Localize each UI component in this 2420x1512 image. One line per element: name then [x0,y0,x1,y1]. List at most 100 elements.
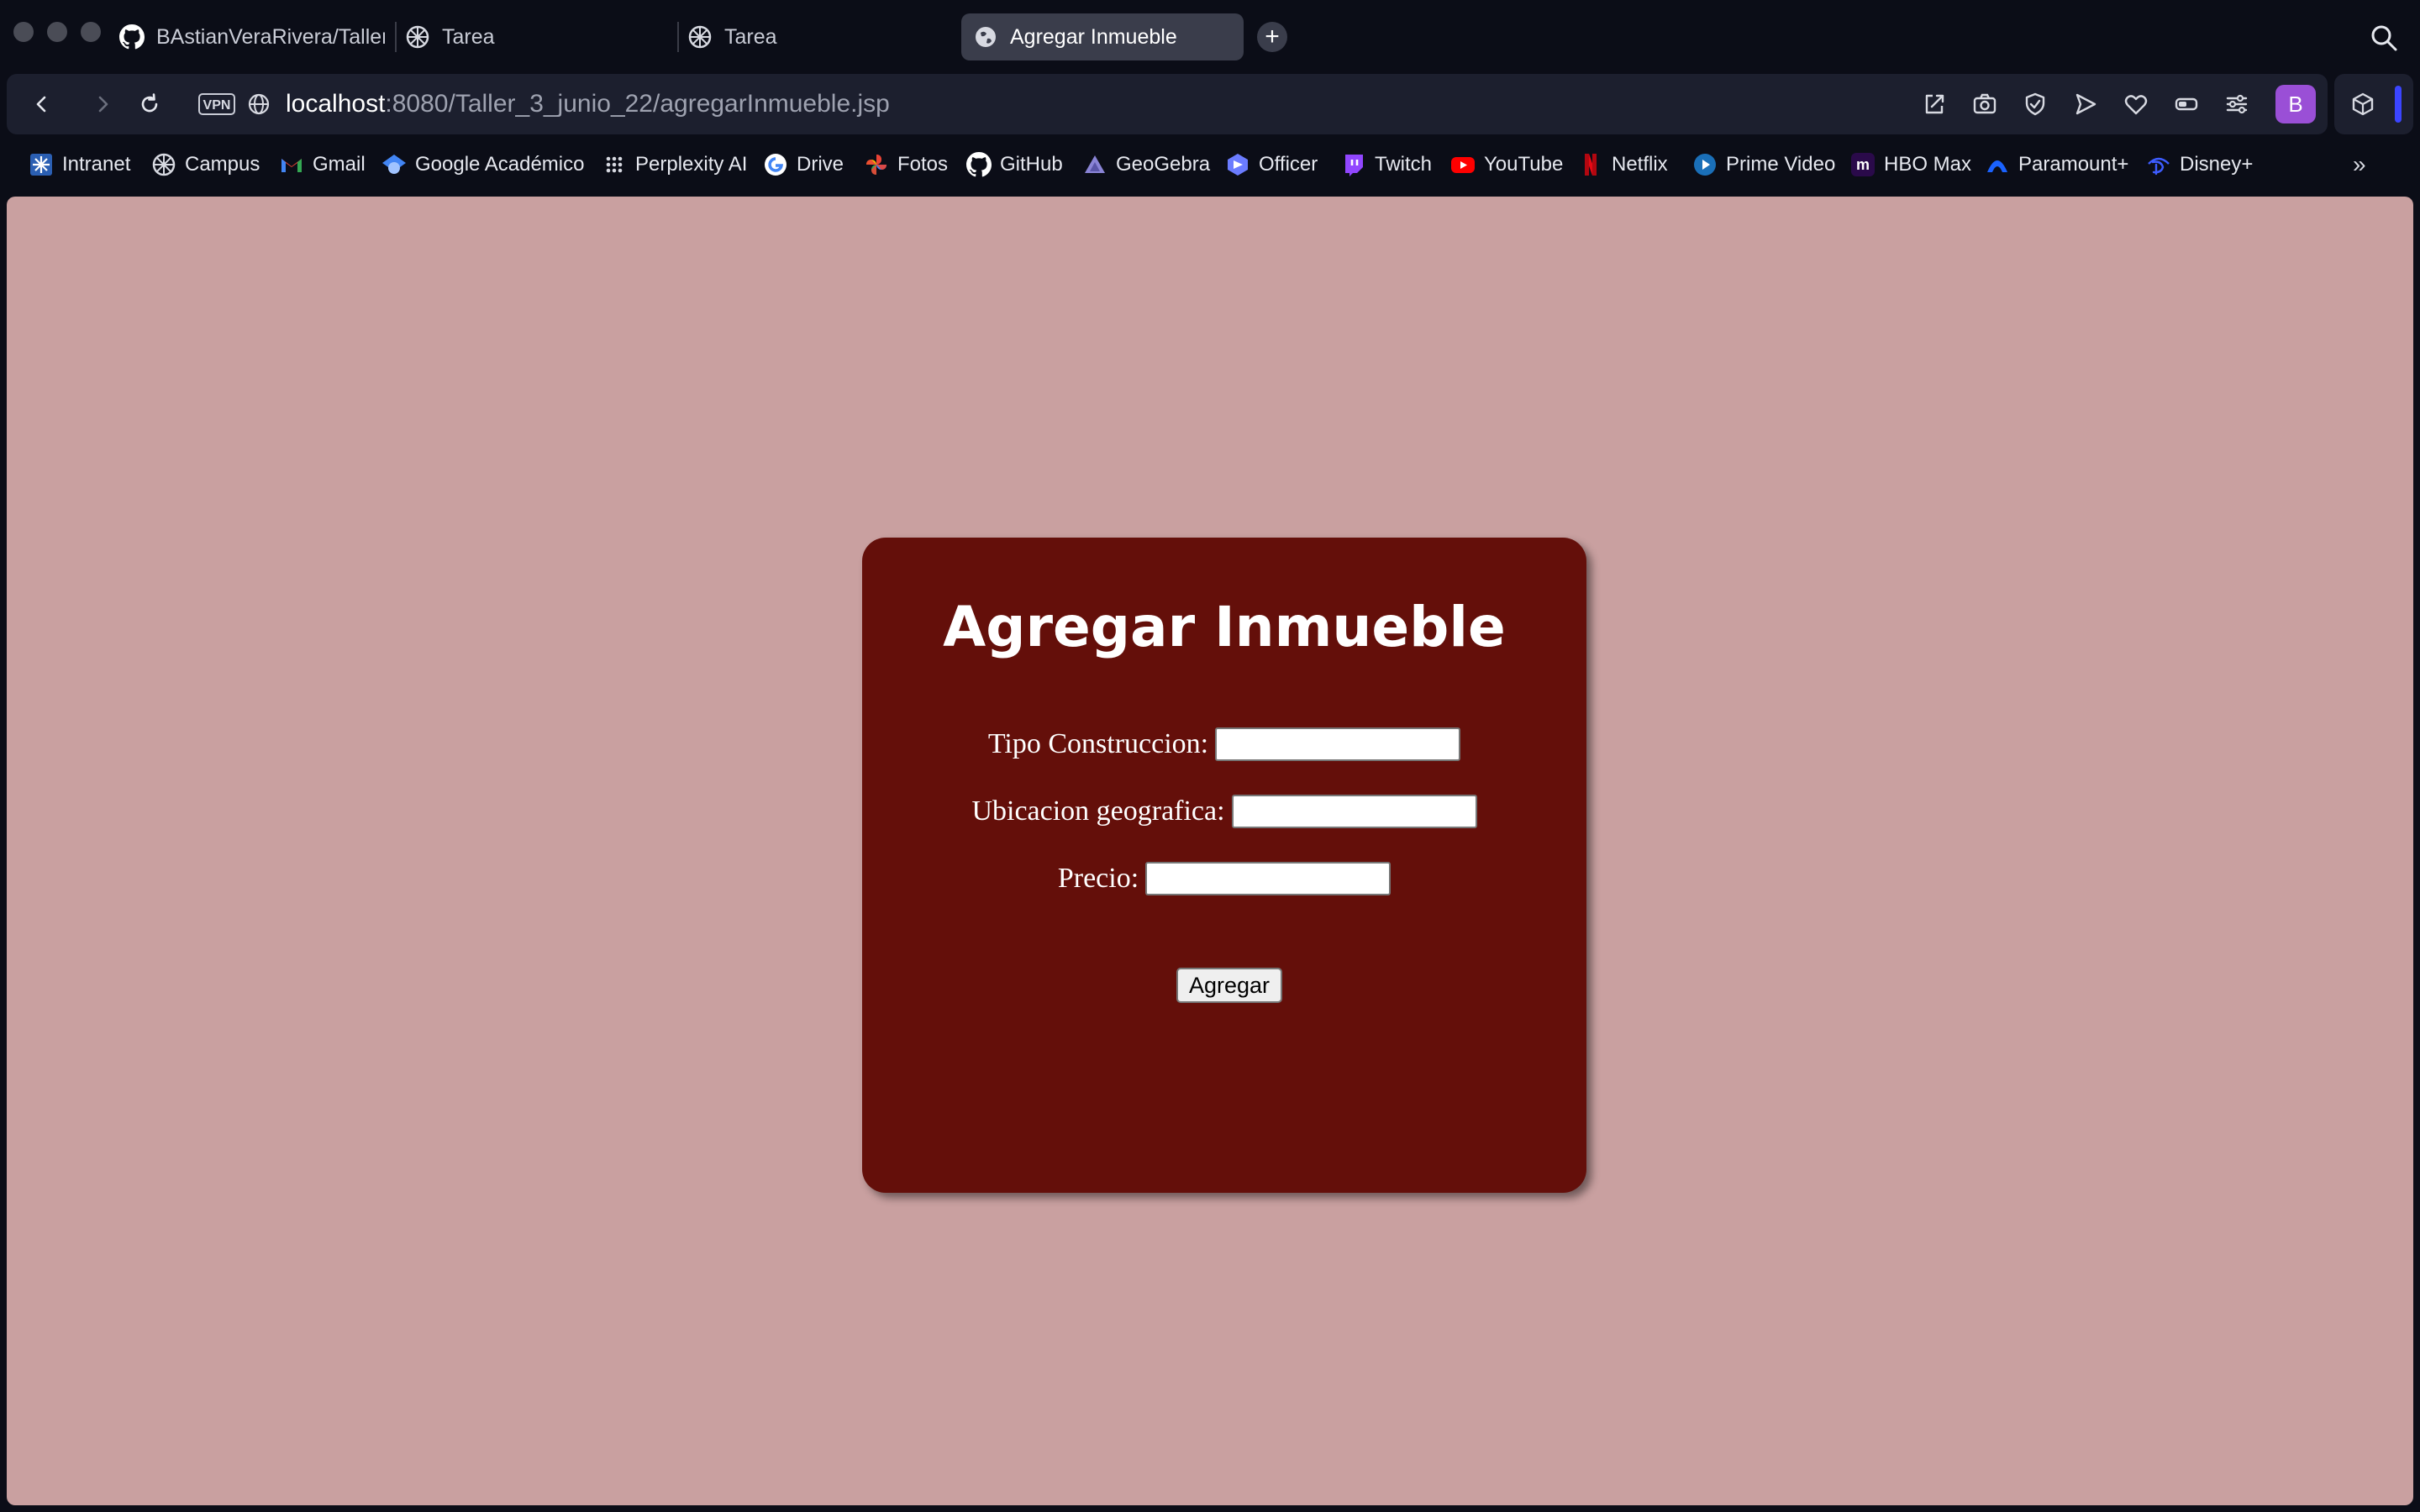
send-icon[interactable] [2072,91,2099,118]
bookmark-hbo-max[interactable]: m HBO Max [1850,148,1971,181]
tab-strip: BAstianVeraRivera/Taller Tarea Tarea Agr… [0,0,2420,72]
field-label: Precio: [1057,863,1139,894]
bookmark-google-academico[interactable]: Google Académico [381,148,584,181]
window-close-button[interactable] [13,22,34,42]
bookmark-label: Campus [185,153,260,176]
youtube-icon [1450,152,1476,177]
bookmark-label: Perplexity AI [635,153,748,176]
shield-icon[interactable] [2022,91,2049,118]
field-label: Ubicacion geografica: [971,795,1225,827]
bookmark-label: Paramount+ [2018,153,2129,176]
bookmark-perplexity[interactable]: Perplexity AI [602,148,747,181]
bookmark-officer[interactable]: Officer [1225,148,1318,181]
bookmark-label: GitHub [1000,153,1063,176]
bookmark-paramount[interactable]: Paramount+ [1985,148,2128,181]
camera-icon[interactable] [1971,91,1998,118]
battery-saver-icon[interactable] [2173,91,2200,118]
bookmark-label: Twitch [1375,153,1433,176]
bookmark-netflix[interactable]: Netflix [1578,148,1668,181]
bookmark-github[interactable]: GitHub [966,148,1063,181]
bookmarks-overflow-button[interactable]: » [2353,151,2366,178]
address-toolbar: VPN localhost:8080/Taller_3_junio_22/agr… [7,74,2328,134]
bookmark-twitch[interactable]: Twitch [1341,148,1432,181]
field-row-precio: Precio: [862,862,1586,895]
tab-agregar-inmueble[interactable]: Agregar Inmueble [961,13,1244,60]
bookmark-youtube[interactable]: YouTube [1450,148,1563,181]
tab-tarea-1[interactable]: Tarea [393,13,671,60]
bookmark-disney[interactable]: Disney+ [2146,148,2253,181]
profile-avatar[interactable]: B [2275,85,2316,123]
agregar-button[interactable]: Agregar [1176,968,1282,1003]
url-path: :8080/Taller_3_junio_22/agregarInmueble.… [385,90,890,118]
hbo-max-icon: m [1850,152,1876,177]
bookmark-label: YouTube [1484,153,1564,176]
window-minimize-button[interactable] [47,22,67,42]
bookmark-campus[interactable]: Campus [151,148,260,181]
twitch-icon [1341,152,1366,177]
scholar-icon [381,152,407,177]
tab-title: BAstianVeraRivera/Taller [156,24,385,49]
grid-icon [602,152,627,177]
tab-title: Agregar Inmueble [1010,24,1177,49]
cube-icon[interactable] [2349,91,2376,118]
bookmark-label: Prime Video [1726,153,1836,176]
campus-icon [151,152,176,177]
url-field[interactable]: localhost:8080/Taller_3_junio_22/agregar… [286,89,890,119]
easy-setup-icon[interactable] [2223,91,2250,118]
photos-icon [864,152,889,177]
tab-tarea-2[interactable]: Tarea [676,13,953,60]
bookmark-label: GeoGebra [1116,153,1211,176]
precio-input[interactable] [1145,862,1392,895]
campus-icon [687,24,713,50]
tab-github[interactable]: BAstianVeraRivera/Taller [108,13,385,60]
window-zoom-button[interactable] [81,22,101,42]
officer-icon [1225,152,1250,177]
campus-icon [405,24,430,50]
bookmark-label: Disney+ [2180,153,2254,176]
ubicacion-geografica-input[interactable] [1231,795,1477,828]
bookmark-gmail[interactable]: Gmail [279,148,366,181]
url-host: localhost [286,90,386,118]
disney-icon [2146,152,2171,177]
tab-title: Tarea [442,24,495,49]
github-icon [966,152,992,177]
bookmark-label: Officer [1259,153,1318,176]
globe-icon [973,24,998,50]
back-button[interactable] [27,89,57,119]
sidebar-indicator [2395,86,2402,123]
netflix-icon [1578,152,1603,177]
extensions-area [2334,74,2413,134]
new-tab-button[interactable]: + [1257,22,1287,52]
bookmark-label: Gmail [313,153,366,176]
bookmark-intranet[interactable]: Intranet [29,148,130,181]
forward-button[interactable] [87,89,118,119]
bookmark-label: Netflix [1612,153,1668,176]
bookmark-prime-video[interactable]: Prime Video [1692,148,1835,181]
google-icon [763,152,788,177]
vpn-badge[interactable]: VPN [198,93,235,115]
field-row-ubicacion-geografica: Ubicacion geografica: [862,795,1586,828]
svg-text:m: m [1856,156,1870,173]
page-viewport: Agregar Inmueble Tipo Construccion: Ubic… [7,197,2413,1505]
bookmark-label: Intranet [62,153,131,176]
form-card: Agregar Inmueble Tipo Construccion: Ubic… [862,538,1586,1193]
bookmark-label: HBO Max [1884,153,1972,176]
prime-video-icon [1692,152,1718,177]
heart-icon[interactable] [2123,91,2149,118]
site-info-icon[interactable] [245,91,272,118]
bookmark-geogebra[interactable]: GeoGebra [1082,148,1210,181]
search-icon[interactable] [2370,24,2398,52]
reload-button[interactable] [134,89,165,119]
bookmark-fotos[interactable]: Fotos [864,148,948,181]
intranet-icon [29,152,54,177]
tab-title: Tarea [724,24,777,49]
bookmark-drive[interactable]: Drive [763,148,844,181]
tipo-construccion-input[interactable] [1215,727,1461,761]
share-icon[interactable] [1921,91,1948,118]
page-title: Agregar Inmueble [943,595,1506,659]
geogebra-icon [1082,152,1107,177]
bookmark-label: Drive [797,153,844,176]
field-row-tipo-construccion: Tipo Construccion: [862,727,1586,761]
gmail-icon [279,152,304,177]
bookmarks-bar: Intranet Campus Gmail Google Académico P… [7,139,2413,192]
